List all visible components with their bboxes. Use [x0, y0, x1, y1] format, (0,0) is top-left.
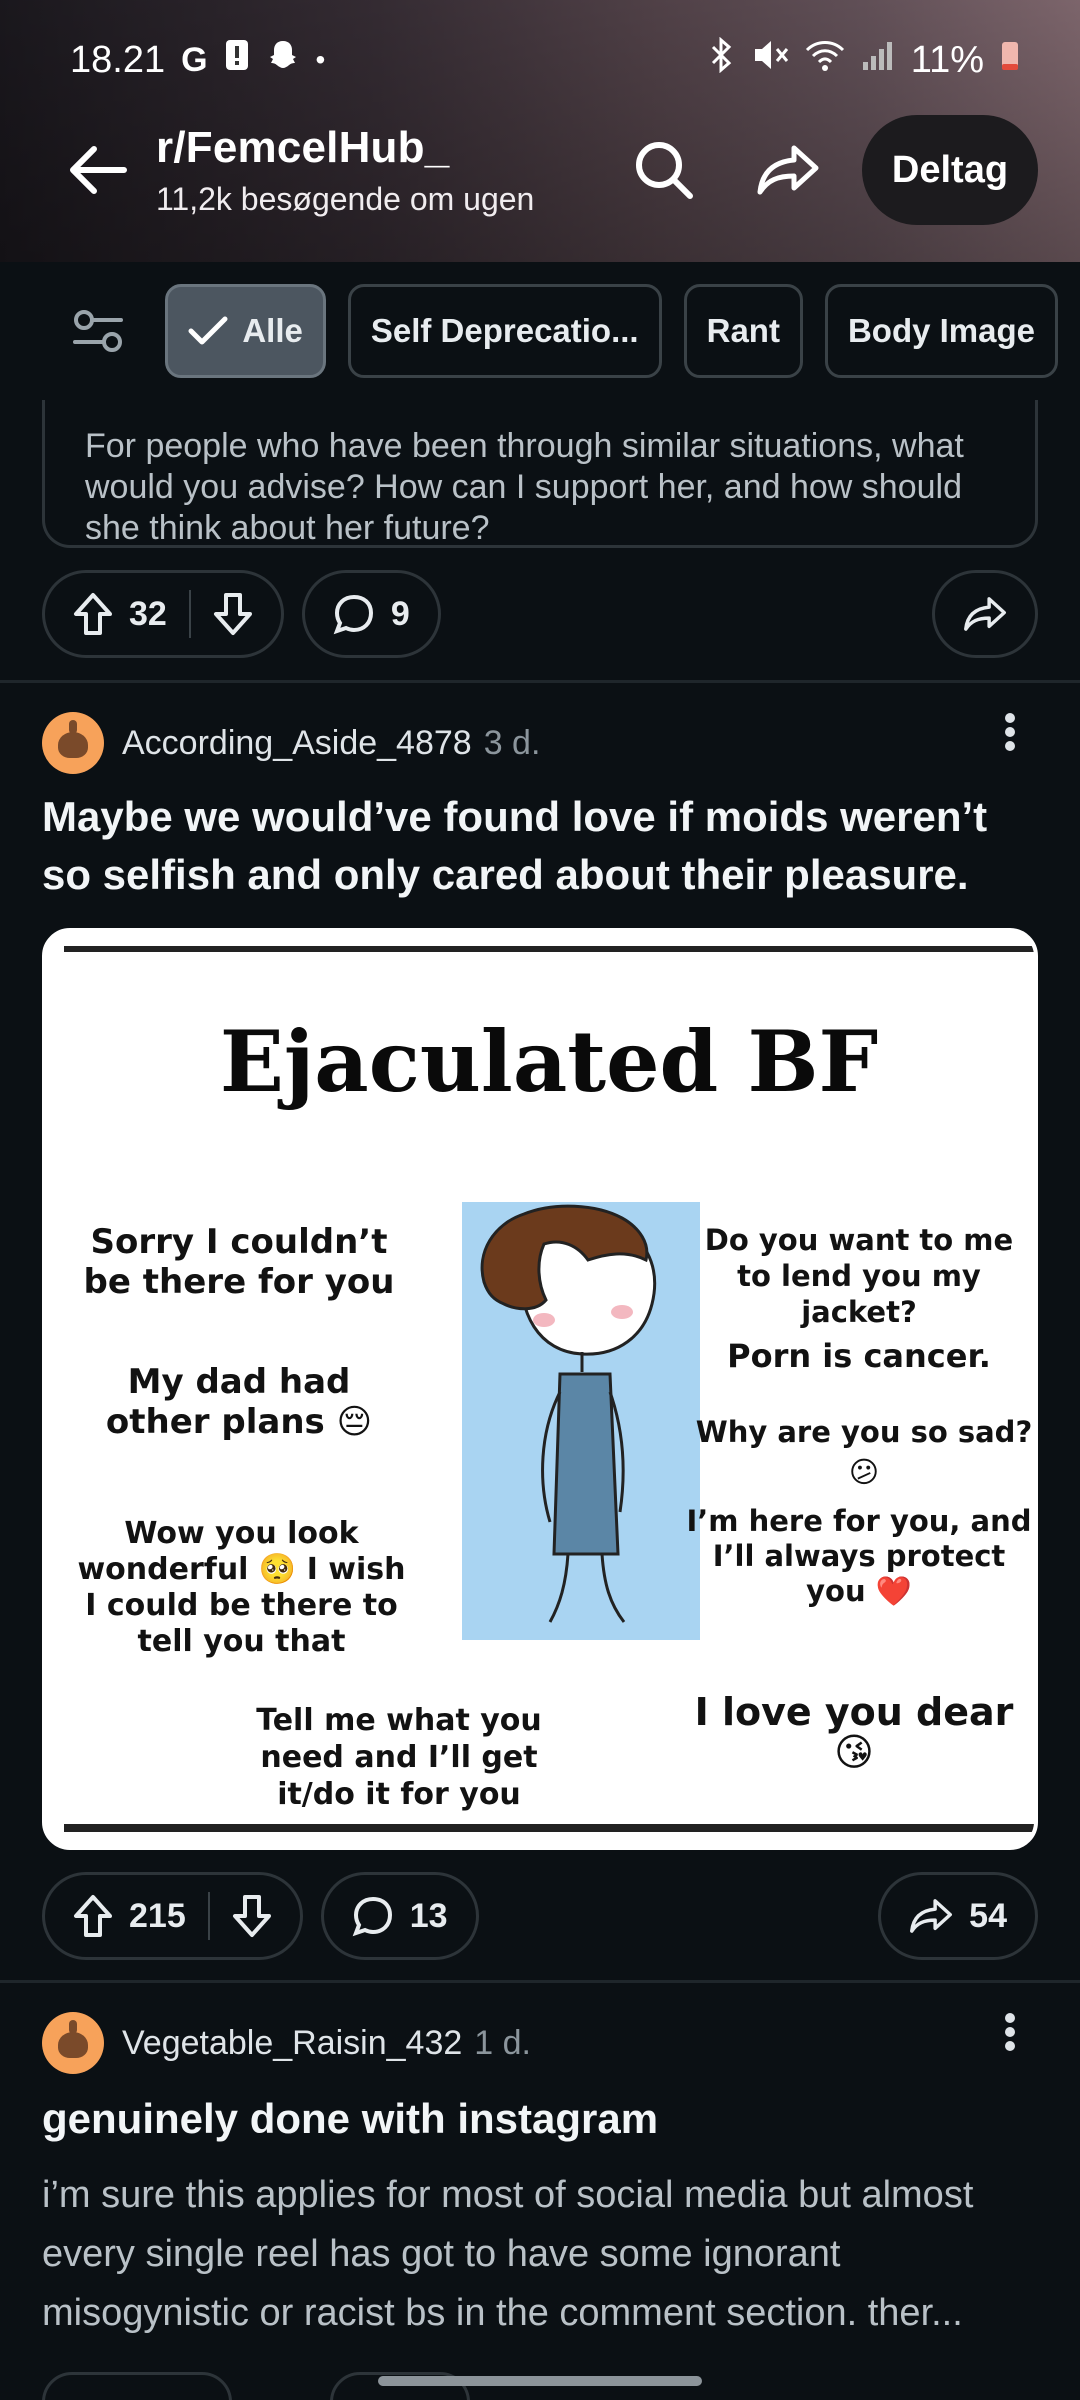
- back-button[interactable]: [48, 120, 148, 220]
- post-title[interactable]: Maybe we would’ve found love if moids we…: [42, 788, 1038, 904]
- signal-icon: [861, 38, 895, 82]
- status-bar: 18.21 G • 11%: [70, 30, 1020, 90]
- upvote-count: 32: [129, 594, 167, 633]
- search-button[interactable]: [614, 120, 714, 220]
- downvote-icon[interactable]: [232, 1894, 272, 1938]
- meme-text-left-1: Sorry I couldn’t be there for you: [83, 1222, 395, 1302]
- subreddit-name: r/FemcelHub_: [156, 122, 450, 172]
- share-icon: [964, 597, 1006, 631]
- meme-text-left-2: My dad had other plans 😔: [105, 1362, 373, 1442]
- share-icon: [910, 1899, 953, 1933]
- chip-label: Body Image: [847, 312, 1035, 349]
- vote-control: 32: [42, 570, 284, 658]
- comment-count: 13: [409, 1896, 448, 1935]
- previous-post-body[interactable]: For people who have been through similar…: [42, 400, 1038, 548]
- stick-figure-illustration: [480, 1204, 657, 1623]
- share-post-button[interactable]: 54: [878, 1872, 1038, 1960]
- post-author-row: According_Aside_4878 3 d.: [42, 712, 540, 774]
- chip-rant[interactable]: Rant: [683, 284, 803, 378]
- share-button[interactable]: [738, 120, 838, 220]
- kebab-icon: [1005, 713, 1015, 751]
- chip-self-deprecation[interactable]: Self Deprecatio...: [347, 284, 662, 378]
- meme-title: Ejaculated BF: [219, 1012, 879, 1111]
- alert-icon: [224, 38, 250, 82]
- top-app-bar: r/FemcelHub_ 11,2k besøgende om ugen Del…: [0, 110, 1080, 230]
- weekly-visitors: 11,2k besøgende om ugen: [156, 180, 535, 217]
- upvote-count: 215: [129, 1896, 186, 1935]
- meme-text-right-4: I’m here for you, and I’ll always protec…: [686, 1504, 1032, 1608]
- chip-alle[interactable]: Alle: [165, 284, 326, 378]
- comments-button[interactable]: 9: [301, 570, 441, 658]
- next-post-vote-pill: [42, 2372, 232, 2400]
- clock: 18.21: [70, 38, 166, 81]
- vote-separator: [188, 590, 191, 638]
- post-divider: [0, 1980, 1080, 1983]
- downvote-icon[interactable]: [213, 592, 253, 636]
- subreddit-title-block[interactable]: r/FemcelHub_ 11,2k besøgende om ugen: [156, 123, 614, 218]
- upvote-icon[interactable]: [73, 592, 113, 636]
- meme-figure-panel: [462, 1202, 700, 1640]
- chip-label: Self Deprecatio...: [370, 312, 639, 349]
- avatar[interactable]: [42, 712, 104, 774]
- comment-icon: [333, 594, 373, 635]
- post-age: 1 d.: [474, 2023, 532, 2062]
- comment-count: 9: [390, 594, 410, 633]
- meme-text-right-3: Why are you so sad? 😕: [695, 1415, 1033, 1489]
- meme-text-right-2: Porn is cancer.: [727, 1337, 991, 1375]
- mute-icon: [751, 37, 789, 83]
- chip-label: Rant: [706, 312, 780, 349]
- post-author[interactable]: Vegetable_Raisin_432: [122, 2024, 462, 2063]
- meme-text-left-3: Wow you look wonderful 🥺 I wish I could …: [77, 1516, 406, 1659]
- share-icon: [757, 145, 819, 195]
- gesture-bar[interactable]: [378, 2376, 702, 2386]
- post-body-preview[interactable]: i’m sure this applies for most of social…: [42, 2166, 1038, 2343]
- bluetooth-icon: [709, 36, 735, 83]
- check-icon: [188, 316, 228, 345]
- share-count: 54: [969, 1896, 1007, 1935]
- post-author[interactable]: According_Aside_4878: [122, 724, 472, 763]
- comments-button[interactable]: 13: [320, 1872, 479, 1960]
- post-actions: 215 13 54: [42, 1872, 1038, 1960]
- dot-icon: •: [315, 44, 326, 75]
- battery-icon: [1000, 38, 1020, 82]
- flair-filter-bar: Alle Self Deprecatio... Rant Body Image: [0, 262, 1080, 400]
- post-age: 3 d.: [483, 723, 541, 762]
- filter-settings-button[interactable]: [60, 281, 135, 381]
- meme-text-bottom: Tell me what you need and I’ll get it/do…: [256, 1703, 542, 1812]
- avatar[interactable]: [42, 2012, 104, 2074]
- chip-body-image[interactable]: Body Image: [824, 284, 1058, 378]
- more-options-button[interactable]: [990, 2012, 1030, 2063]
- previous-post-actions: 32 9: [42, 570, 1038, 658]
- meme-canvas: Ejaculated BF Sorry I couldn’t be there …: [64, 946, 1034, 1832]
- wifi-icon: [805, 38, 845, 82]
- back-arrow-icon: [70, 146, 127, 194]
- sliders-icon: [72, 310, 123, 352]
- meme-text-right-5: I love you dear 😘: [694, 1690, 1014, 1774]
- kebab-icon: [1005, 2013, 1015, 2051]
- share-post-button[interactable]: [932, 570, 1038, 658]
- post-divider: [0, 680, 1080, 683]
- meme-text-right-1: Do you want to me to lend you my jacket?: [704, 1223, 1014, 1329]
- battery-level: 11%: [910, 38, 984, 81]
- upvote-icon[interactable]: [73, 1894, 113, 1938]
- more-options-button[interactable]: [990, 712, 1030, 763]
- snapchat-icon: [266, 38, 300, 82]
- search-icon: [636, 142, 693, 199]
- google-icon: G: [181, 40, 208, 79]
- vote-separator: [207, 1892, 210, 1940]
- join-button[interactable]: Deltag: [862, 115, 1038, 225]
- comment-icon: [352, 1896, 392, 1937]
- chip-label: Alle: [242, 312, 303, 349]
- post-author-row: Vegetable_Raisin_432 1 d.: [42, 2012, 531, 2074]
- vote-control: 215: [42, 1872, 303, 1960]
- post-title[interactable]: genuinely done with instagram: [42, 2090, 1038, 2148]
- post-image[interactable]: Ejaculated BF Sorry I couldn’t be there …: [42, 928, 1038, 1850]
